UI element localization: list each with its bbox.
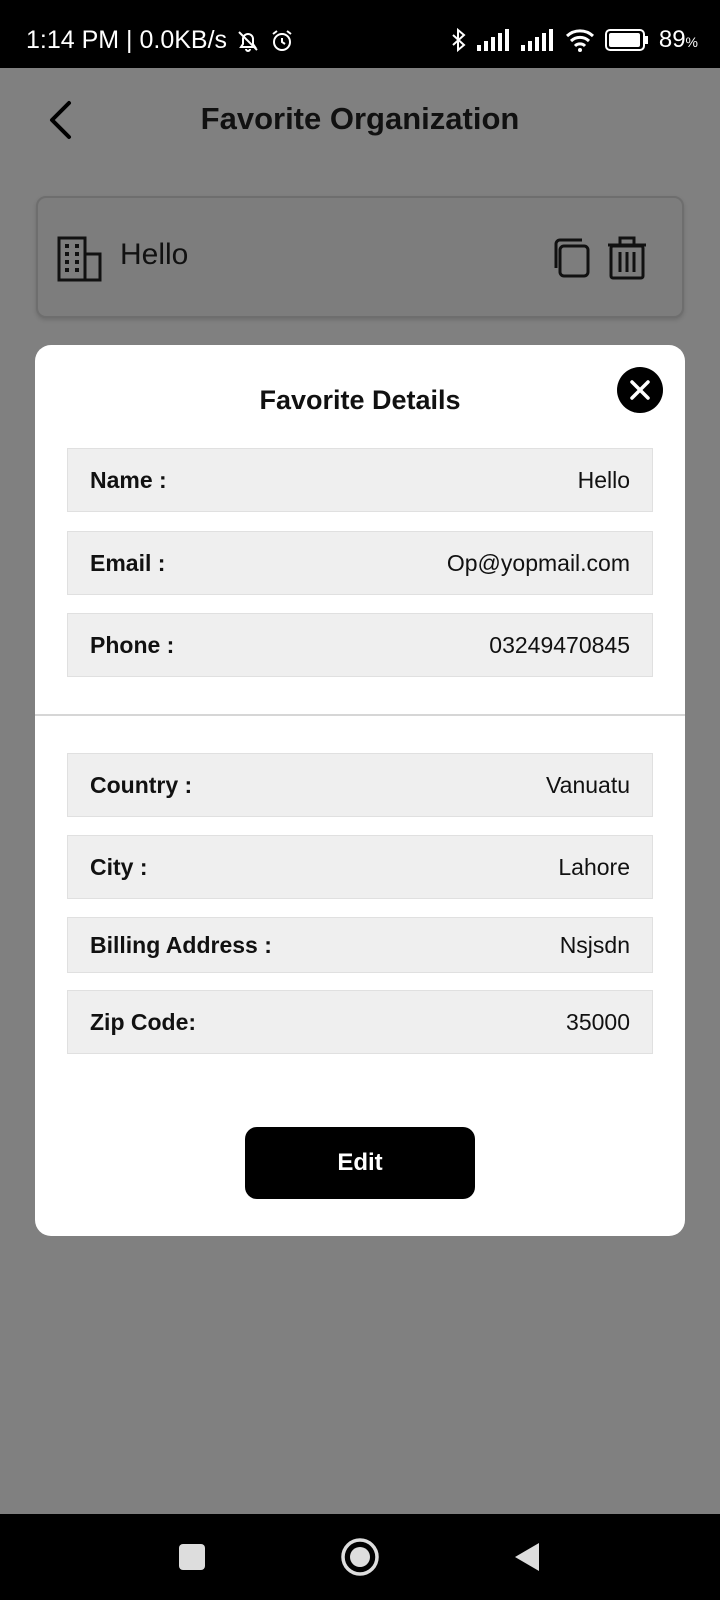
detail-label: Country : [90,771,193,798]
back-icon [515,1543,539,1571]
close-button[interactable] [617,367,663,413]
section-divider [35,714,685,716]
detail-row-email: Email : Op@yopmail.com [67,531,653,595]
recents-icon [179,1544,205,1570]
detail-row-name: Name : Hello [67,448,653,512]
modal-title: Favorite Details [259,385,461,415]
detail-value: Op@yopmail.com [446,549,630,576]
battery-percent: 89% [659,26,698,54]
battery-percent-value: 89 [658,26,686,53]
detail-row-phone: Phone : 03249470845 [67,613,653,677]
organization-name: Hello [120,238,189,271]
bluetooth-icon [451,27,467,53]
back-nav-button[interactable] [506,1536,548,1578]
detail-value: 35000 [566,1008,630,1035]
header: Favorite Organization [0,68,720,172]
building-icon [57,236,102,282]
detail-label: Billing Address : [90,931,272,958]
edit-button[interactable]: Edit [245,1127,475,1199]
detail-value: Lahore [558,853,630,880]
page-title: Favorite Organization [200,101,520,136]
status-time-speed: 1:14 PM | 0.0KB/s [26,26,228,54]
trash-icon [608,236,646,280]
copy-icon [554,238,590,278]
recents-button[interactable] [171,1536,213,1578]
delete-button[interactable] [606,236,648,280]
favorite-details-modal: Favorite Details Name : Hello Email : Op… [35,345,685,1236]
detail-value: 03249470845 [489,631,630,658]
wifi-icon [565,28,595,52]
status-right: 89% [451,26,698,54]
detail-row-zip-code: Zip Code: 35000 [67,990,653,1054]
signal-icon [476,29,511,51]
detail-value: Nsjsdn [559,931,630,958]
detail-row-billing-address: Billing Address : Nsjsdn [67,917,653,973]
detail-value: Vanuatu [546,771,630,798]
battery-icon [604,28,649,52]
navigation-bar [0,1514,720,1600]
detail-value: Hello [577,466,630,493]
status-bar: 1:14 PM | 0.0KB/s 89% [0,0,720,68]
detail-label: City : [90,853,148,880]
detail-row-country: Country : Vanuatu [67,753,653,817]
alarm-icon [269,28,295,54]
detail-label: Phone : [90,631,175,658]
status-left: 1:14 PM | 0.0KB/s [26,26,295,55]
organization-card[interactable]: Hello [36,196,684,318]
detail-label: Zip Code: [90,1008,197,1035]
copy-button[interactable] [548,236,592,280]
close-icon [630,380,650,400]
bell-muted-icon [235,28,261,54]
home-button[interactable] [339,1536,381,1578]
signal-icon [520,29,555,51]
home-icon [341,1538,379,1576]
detail-row-city: City : Lahore [67,835,653,899]
detail-label: Name : [90,466,167,493]
battery-percent-unit: % [685,34,698,50]
detail-label: Email : [90,549,166,576]
